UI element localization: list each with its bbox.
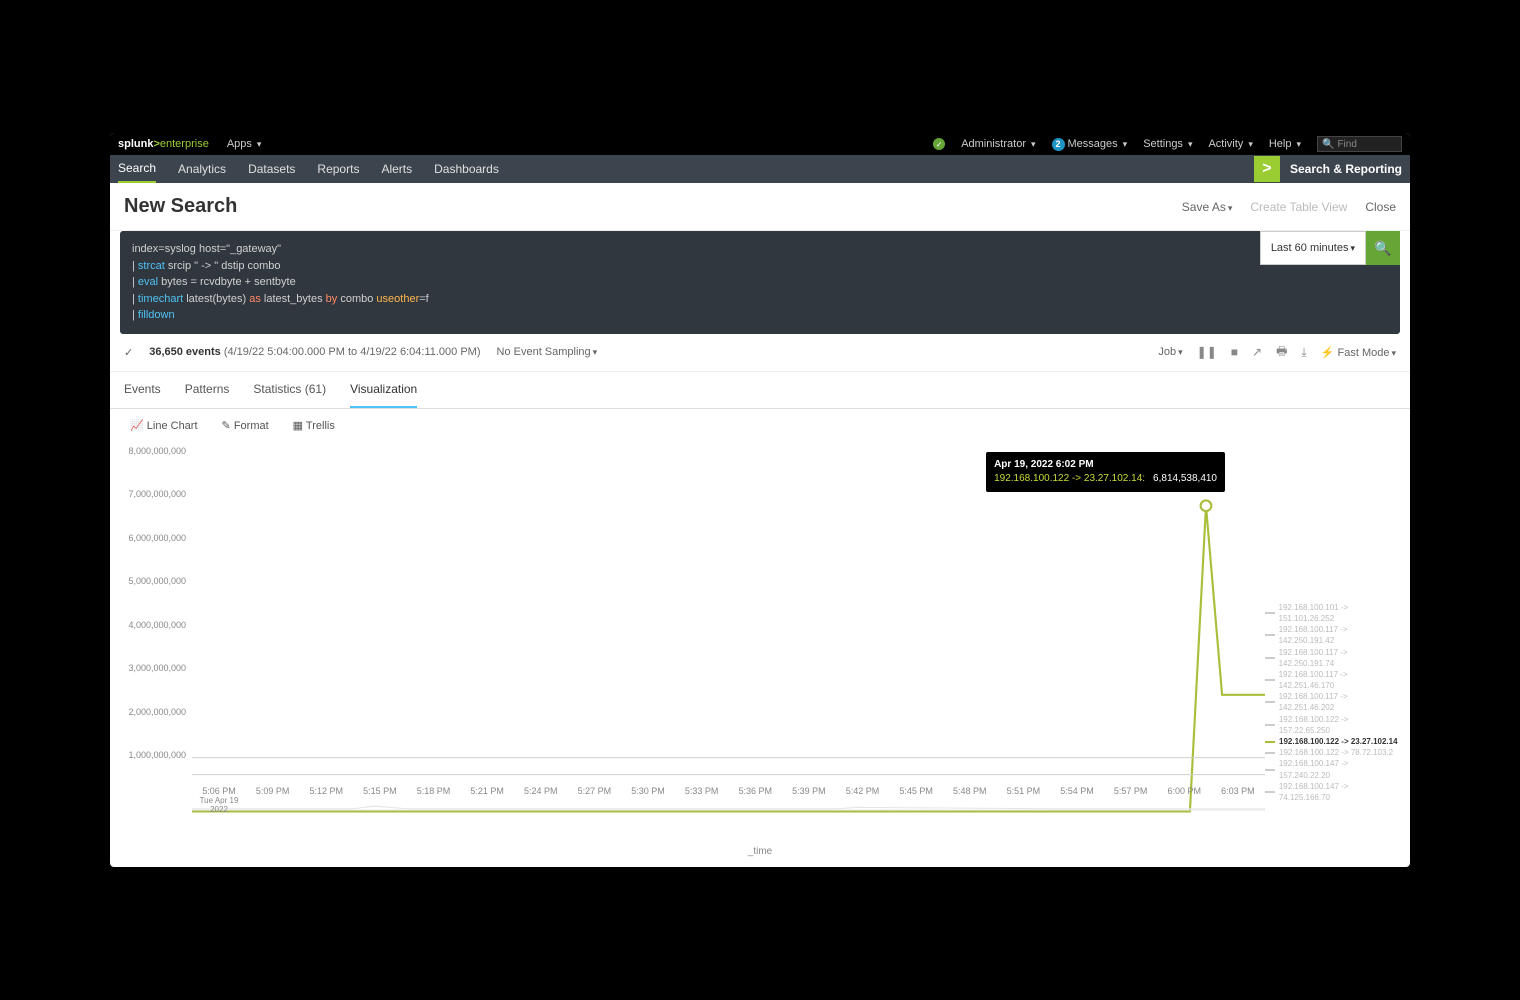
title-actions: Save As Create Table View Close <box>1182 200 1396 214</box>
nav-reports[interactable]: Reports <box>317 162 359 176</box>
close-button[interactable]: Close <box>1365 200 1396 214</box>
brand-logo: splunk>enterprise <box>118 138 209 150</box>
magnifier-icon: 🔍 <box>1374 240 1391 257</box>
x-axis-label: _time <box>110 842 1410 867</box>
brand-prefix: splunk <box>118 138 153 150</box>
nav-analytics[interactable]: Analytics <box>178 162 226 176</box>
result-tabs: Events Patterns Statistics (61) Visualiz… <box>110 372 1410 409</box>
tooltip-series: 192.168.100.122 -> 23.27.102.14: <box>994 473 1145 484</box>
search-mode[interactable]: ⚡ Fast Mode <box>1321 346 1396 359</box>
find-input[interactable]: 🔍 Find <box>1317 136 1402 152</box>
chart-area: 8,000,000,0007,000,000,0006,000,000,0005… <box>110 442 1410 842</box>
stop-icon[interactable]: ■ <box>1231 345 1238 359</box>
export-icon[interactable]: ⤓ <box>1301 345 1306 360</box>
nav-alerts[interactable]: Alerts <box>381 162 412 176</box>
search-button[interactable]: 🔍 <box>1366 231 1400 265</box>
title-row: New Search Save As Create Table View Clo… <box>110 183 1410 231</box>
administrator-menu[interactable]: Administrator <box>961 138 1035 150</box>
apps-menu[interactable]: Apps <box>227 138 262 150</box>
app-icon: > <box>1254 156 1280 182</box>
search-editor[interactable]: index=syslog host="_gateway" | strcat sr… <box>120 231 1400 334</box>
x-axis: 5:06 PMTue Apr 19 20225:09 PM5:12 PM5:15… <box>192 786 1265 814</box>
status-ok-icon[interactable]: ✓ <box>933 138 945 150</box>
check-icon: ✓ <box>124 346 133 359</box>
results-bar: ✓ 36,650 events (4/19/22 5:04:00.000 PM … <box>110 334 1410 372</box>
brand-suffix: enterprise <box>160 138 209 150</box>
time-range: (4/19/22 5:04:00.000 PM to 4/19/22 6:04:… <box>224 346 481 358</box>
nav-search[interactable]: Search <box>118 161 156 183</box>
y-axis: 8,000,000,0007,000,000,0006,000,000,0005… <box>120 442 192 822</box>
chart-legend: 192.168.100.101 -> 151.101.26.252192.168… <box>1265 442 1400 822</box>
tab-patterns[interactable]: Patterns <box>185 372 230 408</box>
share-icon[interactable]: ↗ <box>1252 345 1262 359</box>
tab-statistics[interactable]: Statistics (61) <box>253 372 326 408</box>
messages-menu[interactable]: 2 Messages <box>1052 138 1128 151</box>
chart-type-button[interactable]: 📈 Line Chart <box>130 419 198 432</box>
tab-visualization[interactable]: Visualization <box>350 372 417 408</box>
page-title: New Search <box>124 195 237 218</box>
chart-toolbar: 📈 Line Chart ✎ Format ▦ Trellis <box>110 409 1410 442</box>
settings-menu[interactable]: Settings <box>1143 138 1192 150</box>
time-range-picker[interactable]: Last 60 minutes <box>1260 231 1366 265</box>
nav-dashboards[interactable]: Dashboards <box>434 162 499 176</box>
format-button[interactable]: ✎ Format <box>222 419 269 432</box>
results-actions: Job ❚❚ ■ ↗ 🖶 ⤓ ⚡ Fast Mode <box>1158 342 1396 363</box>
job-menu[interactable]: Job <box>1158 346 1182 358</box>
pause-icon[interactable]: ❚❚ <box>1197 345 1217 359</box>
chart-plot[interactable]: Apr 19, 2022 6:02 PM 192.168.100.122 -> … <box>192 442 1265 822</box>
save-as-button[interactable]: Save As <box>1182 200 1233 214</box>
event-count: 36,650 events <box>149 346 221 358</box>
topbar-right: ✓ Administrator 2 Messages Settings Acti… <box>933 136 1402 152</box>
tooltip-date: Apr 19, 2022 6:02 PM <box>994 458 1217 472</box>
nav-datasets[interactable]: Datasets <box>248 162 295 176</box>
messages-badge: 2 <box>1052 138 1065 151</box>
print-icon[interactable]: 🖶 <box>1276 342 1287 363</box>
chart-tooltip: Apr 19, 2022 6:02 PM 192.168.100.122 -> … <box>986 452 1225 492</box>
magnifier-icon: 🔍 <box>1322 139 1334 150</box>
event-sampling[interactable]: No Event Sampling <box>497 346 598 358</box>
create-table-button: Create Table View <box>1250 200 1347 214</box>
app-window: splunk>enterprise Apps ✓ Administrator 2… <box>110 133 1410 867</box>
trellis-button[interactable]: ▦ Trellis <box>293 419 335 432</box>
navbar-right: > Search & Reporting <box>1254 156 1402 182</box>
app-name: Search & Reporting <box>1290 162 1402 176</box>
search-controls: Last 60 minutes 🔍 <box>1260 231 1400 334</box>
help-menu[interactable]: Help <box>1269 138 1301 150</box>
navbar: Search Analytics Datasets Reports Alerts… <box>110 155 1410 183</box>
tooltip-value: 6,814,538,410 <box>1153 473 1217 484</box>
tab-events[interactable]: Events <box>124 372 161 408</box>
activity-menu[interactable]: Activity <box>1208 138 1252 150</box>
topbar: splunk>enterprise Apps ✓ Administrator 2… <box>110 133 1410 155</box>
